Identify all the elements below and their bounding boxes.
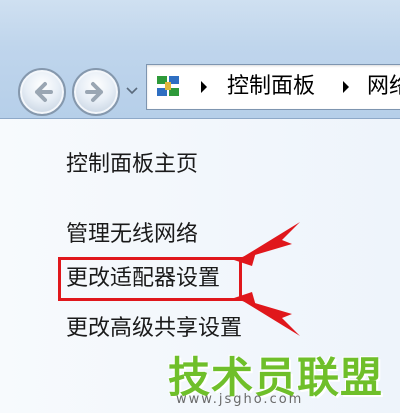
arrow-upper — [238, 222, 300, 260]
arrow-upper-head — [234, 252, 256, 266]
breadcrumb-network[interactable]: 网络 — [367, 73, 400, 101]
explorer-window: 控制面板 网络 控制面板主页 管理无线网络 更改适配器设置 更改高级共享设置 技… — [0, 0, 400, 413]
sidebar-item-manage-wireless[interactable]: 管理无线网络 — [66, 220, 198, 250]
sidebar-item-advanced-sharing[interactable]: 更改高级共享设置 — [66, 314, 242, 344]
control-panel-icon — [157, 76, 179, 96]
sidebar-item-control-panel-home[interactable]: 控制面板主页 — [66, 150, 198, 180]
back-button[interactable] — [18, 68, 66, 116]
back-arrow-icon — [35, 82, 53, 102]
address-bar[interactable]: 控制面板 网络 — [146, 64, 400, 110]
arrow-lower-head — [234, 292, 256, 306]
breadcrumb-control-panel[interactable]: 控制面板 — [227, 73, 315, 101]
recent-pages-dropdown[interactable] — [124, 84, 140, 98]
highlight-box — [58, 257, 242, 301]
chevron-down-icon — [126, 87, 138, 95]
pointer-arrows — [234, 222, 300, 336]
forward-button[interactable] — [72, 68, 120, 116]
watermark-url: www.jsgho.com — [176, 392, 304, 407]
navigation-toolbar: 控制面板 网络 — [0, 0, 400, 119]
arrow-lower — [238, 298, 300, 336]
forward-arrow-icon — [85, 82, 103, 102]
triangle-right-icon[interactable] — [341, 79, 351, 95]
triangle-right-icon[interactable] — [199, 79, 209, 95]
